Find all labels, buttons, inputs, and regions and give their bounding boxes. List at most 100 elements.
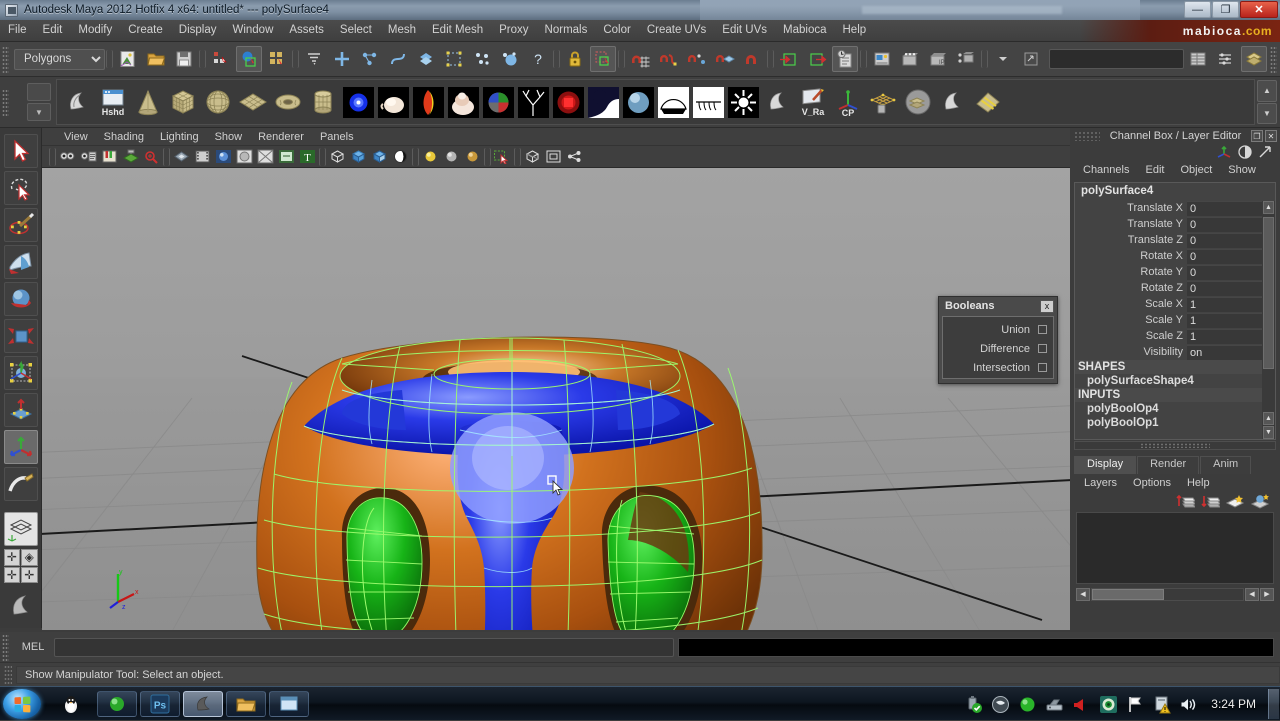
hypershade-icon[interactable] bbox=[953, 46, 979, 72]
wireframe-on-shaded-icon[interactable] bbox=[391, 148, 410, 166]
shelf-options-button[interactable]: ▼ bbox=[27, 103, 51, 121]
show-manipulator-tool[interactable] bbox=[3, 430, 38, 464]
close-button[interactable]: ✕ bbox=[1240, 1, 1278, 18]
shelf-star-light[interactable] bbox=[726, 81, 760, 123]
channel-row-scale-y[interactable]: Scale Y 1 bbox=[1075, 312, 1275, 328]
shelf-red-sphere[interactable] bbox=[551, 81, 585, 123]
shelf-tree[interactable] bbox=[516, 81, 550, 123]
shadows-icon[interactable] bbox=[463, 148, 482, 166]
booleans-option-checkbox[interactable] bbox=[1038, 363, 1047, 372]
rotate-tool[interactable] bbox=[3, 282, 38, 316]
tab-anim[interactable]: Anim bbox=[1200, 456, 1252, 474]
camera-attributes-icon[interactable] bbox=[79, 148, 98, 166]
smooth-shade-selected-icon[interactable] bbox=[370, 148, 389, 166]
shelf-maya-logo-3[interactable] bbox=[936, 81, 970, 123]
booleans-option-checkbox[interactable] bbox=[1038, 325, 1047, 334]
close-icon[interactable]: x bbox=[1040, 299, 1054, 313]
new-layer-from-selected-icon[interactable] bbox=[1175, 493, 1195, 509]
channel-box-horizontal-scrollbar[interactable] bbox=[1074, 441, 1276, 450]
universal-manipulator-tool[interactable] bbox=[3, 356, 38, 390]
input-connection-icon[interactable] bbox=[776, 46, 802, 72]
snap-view-plane-icon[interactable] bbox=[739, 46, 765, 72]
bookmarks-icon[interactable] bbox=[100, 148, 119, 166]
taskbar-clock[interactable]: 3:24 PM bbox=[1211, 697, 1256, 711]
viewport-menu-view[interactable]: View bbox=[56, 131, 96, 143]
channel-row-visibility[interactable]: Visibility on bbox=[1075, 344, 1275, 360]
shelf-delete-lattice[interactable] bbox=[866, 81, 900, 123]
menu-mabioca[interactable]: Mabioca bbox=[775, 21, 834, 40]
viewport-3d-canvas[interactable]: y x z bbox=[42, 168, 1070, 630]
select-deformations-icon[interactable] bbox=[441, 46, 467, 72]
volume-icon[interactable] bbox=[1180, 695, 1199, 714]
shelf-tab-menu-button[interactable] bbox=[27, 83, 51, 101]
isolate-select-icon[interactable] bbox=[493, 148, 512, 166]
shelf-color-sphere[interactable] bbox=[481, 81, 515, 123]
open-scene-icon[interactable] bbox=[143, 46, 169, 72]
shelf-shadow[interactable] bbox=[586, 81, 620, 123]
layer-scroll-left-icon[interactable]: ◀ bbox=[1076, 587, 1090, 601]
shelf-uv-snapshot[interactable] bbox=[971, 81, 1005, 123]
tab-display[interactable]: Display bbox=[1074, 456, 1137, 474]
scroll-up-arrow-icon[interactable]: ▲ bbox=[1263, 201, 1274, 214]
flag-icon[interactable] bbox=[1126, 695, 1145, 714]
paint-select-tool[interactable] bbox=[3, 208, 38, 242]
sidebar-attribute-editor-icon[interactable] bbox=[1213, 46, 1239, 72]
two-dimensional-pan-zoom-icon[interactable] bbox=[142, 148, 161, 166]
shelf-smooth-mesh[interactable] bbox=[901, 81, 935, 123]
menu-edit-uvs[interactable]: Edit UVs bbox=[714, 21, 775, 40]
booleans-menu-item-intersection[interactable]: Intersection bbox=[943, 358, 1053, 377]
nvidia-icon[interactable] bbox=[991, 695, 1010, 714]
sidebar-channel-box-icon[interactable] bbox=[1185, 46, 1211, 72]
channel-input-item-polyboolop1[interactable]: polyBoolOp1 bbox=[1075, 416, 1275, 430]
start-button[interactable] bbox=[3, 688, 41, 719]
select-by-object-type-icon[interactable] bbox=[236, 46, 262, 72]
viewport-menu-renderer[interactable]: Renderer bbox=[250, 131, 312, 143]
channel-menu-show[interactable]: Show bbox=[1221, 163, 1263, 177]
xray-icon[interactable] bbox=[523, 148, 542, 166]
menu-window[interactable]: Window bbox=[224, 21, 281, 40]
scroll-down-arrow-icon-2[interactable]: ▼ bbox=[1263, 426, 1274, 439]
lock-icon[interactable] bbox=[562, 46, 588, 72]
channel-list[interactable]: polySurface4 Translate X 0 Translate Y 0… bbox=[1074, 182, 1276, 440]
maximize-button[interactable]: ❐ bbox=[1212, 1, 1239, 18]
lasso-select-tool[interactable] bbox=[3, 171, 38, 205]
menu-edit-mesh[interactable]: Edit Mesh bbox=[424, 21, 491, 40]
layer-editor-scrollbar[interactable]: ◀ ◀ ▶ bbox=[1076, 587, 1274, 601]
layer-scroll-track[interactable] bbox=[1091, 587, 1244, 601]
viewport-menu-shading[interactable]: Shading bbox=[96, 131, 152, 143]
menu-proxy[interactable]: Proxy bbox=[491, 21, 536, 40]
shelf-sphere[interactable] bbox=[201, 81, 235, 123]
select-dynamics-icon[interactable] bbox=[469, 46, 495, 72]
select-tool[interactable] bbox=[3, 134, 38, 168]
menu-select[interactable]: Select bbox=[332, 21, 380, 40]
image-plane-icon[interactable] bbox=[121, 148, 140, 166]
film-gate-icon[interactable] bbox=[193, 148, 212, 166]
show-desktop-button[interactable] bbox=[1268, 689, 1279, 719]
layer-menu-help[interactable]: Help bbox=[1181, 476, 1216, 490]
snap-curve-icon[interactable] bbox=[655, 46, 681, 72]
channel-box-vertical-scrollbar[interactable]: ▲ ▲ ▼ bbox=[1262, 201, 1275, 439]
select-surfaces-icon[interactable] bbox=[413, 46, 439, 72]
shelf-cube[interactable] bbox=[166, 81, 200, 123]
smooth-shade-all-icon[interactable] bbox=[349, 148, 368, 166]
statusline-grip-right[interactable] bbox=[1270, 45, 1277, 73]
channel-row-translate-y[interactable]: Translate Y 0 bbox=[1075, 216, 1275, 232]
render-current-frame-icon[interactable] bbox=[869, 46, 895, 72]
new-scene-icon[interactable] bbox=[115, 46, 141, 72]
select-camera-icon[interactable] bbox=[58, 148, 77, 166]
shelf-scroll-up-button[interactable]: ▲ bbox=[1257, 80, 1277, 102]
shelf-flame[interactable] bbox=[411, 81, 445, 123]
menu-display[interactable]: Display bbox=[171, 21, 225, 40]
help-line-grip[interactable] bbox=[4, 664, 12, 685]
shelf-cone[interactable] bbox=[131, 81, 165, 123]
persp-graph-layout-button[interactable]: ✛ bbox=[3, 566, 20, 583]
menu-modify[interactable]: Modify bbox=[70, 21, 120, 40]
layer-menu-layers[interactable]: Layers bbox=[1078, 476, 1123, 490]
shelf-plane[interactable] bbox=[236, 81, 270, 123]
use-all-lights-icon[interactable] bbox=[442, 148, 461, 166]
highlight-selection-icon[interactable] bbox=[590, 46, 616, 72]
tab-render[interactable]: Render bbox=[1137, 456, 1200, 474]
resolution-gate-icon[interactable] bbox=[214, 148, 233, 166]
minimize-button[interactable]: — bbox=[1184, 1, 1211, 18]
shelf-blue-light[interactable] bbox=[341, 81, 375, 123]
